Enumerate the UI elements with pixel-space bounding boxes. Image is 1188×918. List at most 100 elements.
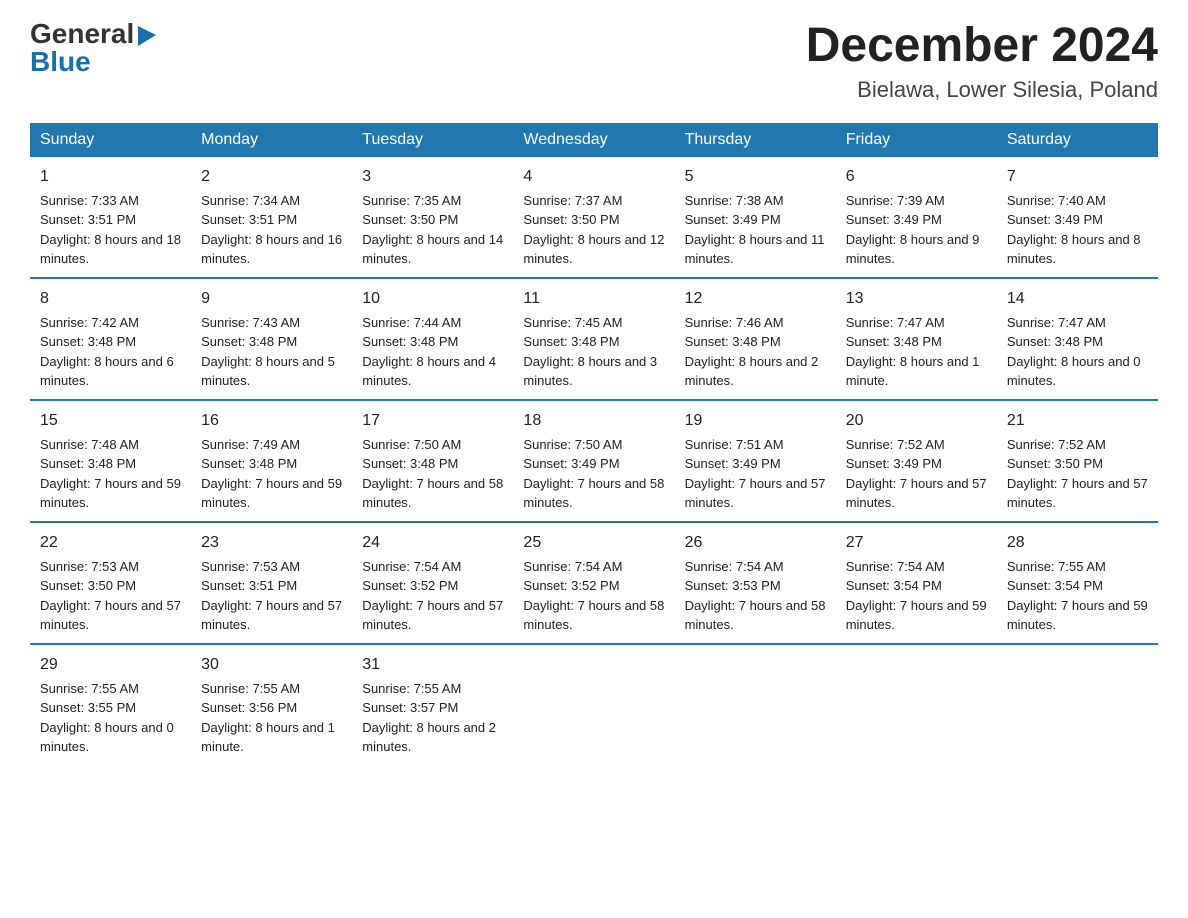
day-cell: 22Sunrise: 7:53 AMSunset: 3:50 PMDayligh…	[30, 522, 191, 644]
column-header-monday: Monday	[191, 123, 352, 157]
page-header: General Blue December 2024 Bielawa, Lowe…	[30, 20, 1158, 103]
day-cell: 21Sunrise: 7:52 AMSunset: 3:50 PMDayligh…	[997, 400, 1158, 522]
day-cell: 9 Sunrise: 7:43 AMSunset: 3:48 PMDaylight…	[191, 278, 352, 400]
day-cell: 13Sunrise: 7:47 AMSunset: 3:48 PMDayligh…	[836, 278, 997, 400]
day-number: 24	[362, 531, 503, 555]
title-section: December 2024 Bielawa, Lower Silesia, Po…	[806, 20, 1158, 103]
day-number: 9	[201, 287, 342, 311]
day-cell: 30 Sunrise: 7:55 AMSunset: 3:56 PMDayligh…	[191, 644, 352, 765]
day-info: Sunrise: 7:55 AMSunset: 3:55 PMDaylight:…	[40, 681, 174, 755]
day-info: Sunrise: 7:46 AMSunset: 3:48 PMDaylight:…	[685, 315, 819, 389]
day-number: 4	[523, 165, 664, 189]
day-info: Sunrise: 7:53 AMSunset: 3:51 PMDaylight:…	[201, 559, 342, 633]
day-cell: 26 Sunrise: 7:54 AMSunset: 3:53 PMDayligh…	[675, 522, 836, 644]
month-year-title: December 2024	[806, 20, 1158, 73]
day-info: Sunrise: 7:55 AMSunset: 3:56 PMDaylight:…	[201, 681, 335, 755]
day-cell	[997, 644, 1158, 765]
day-number: 2	[201, 165, 342, 189]
day-cell: 29Sunrise: 7:55 AMSunset: 3:55 PMDayligh…	[30, 644, 191, 765]
day-number: 12	[685, 287, 826, 311]
day-info: Sunrise: 7:51 AMSunset: 3:49 PMDaylight:…	[685, 437, 826, 511]
day-number: 30	[201, 653, 342, 677]
day-info: Sunrise: 7:55 AMSunset: 3:57 PMDaylight:…	[362, 681, 496, 755]
day-number: 18	[523, 409, 664, 433]
day-number: 5	[685, 165, 826, 189]
day-cell	[675, 644, 836, 765]
day-info: Sunrise: 7:47 AMSunset: 3:48 PMDaylight:…	[1007, 315, 1141, 389]
day-cell: 19 Sunrise: 7:51 AMSunset: 3:49 PMDayligh…	[675, 400, 836, 522]
day-number: 16	[201, 409, 342, 433]
day-info: Sunrise: 7:42 AMSunset: 3:48 PMDaylight:…	[40, 315, 174, 389]
day-number: 6	[846, 165, 987, 189]
calendar-table: SundayMondayTuesdayWednesdayThursdayFrid…	[30, 123, 1158, 765]
day-info: Sunrise: 7:54 AMSunset: 3:52 PMDaylight:…	[362, 559, 503, 633]
day-cell: 20Sunrise: 7:52 AMSunset: 3:49 PMDayligh…	[836, 400, 997, 522]
day-number: 19	[685, 409, 826, 433]
week-row-3: 15Sunrise: 7:48 AMSunset: 3:48 PMDayligh…	[30, 400, 1158, 522]
day-cell: 27 Sunrise: 7:54 AMSunset: 3:54 PMDayligh…	[836, 522, 997, 644]
week-row-4: 22Sunrise: 7:53 AMSunset: 3:50 PMDayligh…	[30, 522, 1158, 644]
day-number: 26	[685, 531, 826, 555]
day-cell: 24 Sunrise: 7:54 AMSunset: 3:52 PMDayligh…	[352, 522, 513, 644]
day-number: 14	[1007, 287, 1148, 311]
day-info: Sunrise: 7:52 AMSunset: 3:50 PMDaylight:…	[1007, 437, 1148, 511]
day-info: Sunrise: 7:40 AMSunset: 3:49 PMDaylight:…	[1007, 193, 1141, 267]
day-number: 10	[362, 287, 503, 311]
day-cell: 15Sunrise: 7:48 AMSunset: 3:48 PMDayligh…	[30, 400, 191, 522]
day-number: 23	[201, 531, 342, 555]
day-number: 31	[362, 653, 503, 677]
calendar-body: 1 Sunrise: 7:33 AMSunset: 3:51 PMDaylight…	[30, 157, 1158, 765]
column-header-friday: Friday	[836, 123, 997, 157]
day-cell: 11 Sunrise: 7:45 AMSunset: 3:48 PMDayligh…	[513, 278, 674, 400]
day-info: Sunrise: 7:54 AMSunset: 3:52 PMDaylight:…	[523, 559, 664, 633]
day-cell: 7 Sunrise: 7:40 AMSunset: 3:49 PMDaylight…	[997, 157, 1158, 278]
day-info: Sunrise: 7:33 AMSunset: 3:51 PMDaylight:…	[40, 193, 181, 267]
day-info: Sunrise: 7:38 AMSunset: 3:49 PMDaylight:…	[685, 193, 825, 267]
day-number: 17	[362, 409, 503, 433]
day-cell	[513, 644, 674, 765]
day-info: Sunrise: 7:54 AMSunset: 3:54 PMDaylight:…	[846, 559, 987, 633]
day-cell: 8 Sunrise: 7:42 AMSunset: 3:48 PMDaylight…	[30, 278, 191, 400]
day-info: Sunrise: 7:34 AMSunset: 3:51 PMDaylight:…	[201, 193, 342, 267]
location-subtitle: Bielawa, Lower Silesia, Poland	[806, 77, 1158, 103]
day-number: 8	[40, 287, 181, 311]
day-info: Sunrise: 7:53 AMSunset: 3:50 PMDaylight:…	[40, 559, 181, 633]
day-info: Sunrise: 7:54 AMSunset: 3:53 PMDaylight:…	[685, 559, 826, 633]
logo-arrow-icon	[136, 24, 158, 46]
day-info: Sunrise: 7:37 AMSunset: 3:50 PMDaylight:…	[523, 193, 664, 267]
day-cell: 23 Sunrise: 7:53 AMSunset: 3:51 PMDayligh…	[191, 522, 352, 644]
day-info: Sunrise: 7:44 AMSunset: 3:48 PMDaylight:…	[362, 315, 496, 389]
column-header-sunday: Sunday	[30, 123, 191, 157]
day-info: Sunrise: 7:43 AMSunset: 3:48 PMDaylight:…	[201, 315, 335, 389]
day-number: 20	[846, 409, 987, 433]
day-cell: 14 Sunrise: 7:47 AMSunset: 3:48 PMDayligh…	[997, 278, 1158, 400]
day-number: 3	[362, 165, 503, 189]
day-info: Sunrise: 7:50 AMSunset: 3:49 PMDaylight:…	[523, 437, 664, 511]
logo: General Blue	[30, 20, 158, 76]
day-cell: 3Sunrise: 7:35 AMSunset: 3:50 PMDaylight…	[352, 157, 513, 278]
calendar-header: SundayMondayTuesdayWednesdayThursdayFrid…	[30, 123, 1158, 157]
day-cell: 31 Sunrise: 7:55 AMSunset: 3:57 PMDayligh…	[352, 644, 513, 765]
day-cell: 5 Sunrise: 7:38 AMSunset: 3:49 PMDaylight…	[675, 157, 836, 278]
day-cell	[836, 644, 997, 765]
day-cell: 17Sunrise: 7:50 AMSunset: 3:48 PMDayligh…	[352, 400, 513, 522]
day-info: Sunrise: 7:48 AMSunset: 3:48 PMDaylight:…	[40, 437, 181, 511]
column-header-thursday: Thursday	[675, 123, 836, 157]
day-number: 27	[846, 531, 987, 555]
day-cell: 12 Sunrise: 7:46 AMSunset: 3:48 PMDayligh…	[675, 278, 836, 400]
week-row-5: 29Sunrise: 7:55 AMSunset: 3:55 PMDayligh…	[30, 644, 1158, 765]
day-info: Sunrise: 7:45 AMSunset: 3:48 PMDaylight:…	[523, 315, 657, 389]
week-row-2: 8 Sunrise: 7:42 AMSunset: 3:48 PMDaylight…	[30, 278, 1158, 400]
day-cell: 18 Sunrise: 7:50 AMSunset: 3:49 PMDayligh…	[513, 400, 674, 522]
column-header-wednesday: Wednesday	[513, 123, 674, 157]
day-cell: 2 Sunrise: 7:34 AMSunset: 3:51 PMDaylight…	[191, 157, 352, 278]
day-number: 7	[1007, 165, 1148, 189]
day-number: 11	[523, 287, 664, 311]
day-number: 1	[40, 165, 181, 189]
day-cell: 16Sunrise: 7:49 AMSunset: 3:48 PMDayligh…	[191, 400, 352, 522]
day-info: Sunrise: 7:39 AMSunset: 3:49 PMDaylight:…	[846, 193, 980, 267]
day-cell: 10 Sunrise: 7:44 AMSunset: 3:48 PMDayligh…	[352, 278, 513, 400]
day-cell: 28Sunrise: 7:55 AMSunset: 3:54 PMDayligh…	[997, 522, 1158, 644]
logo-blue-text: Blue	[30, 48, 91, 76]
week-row-1: 1 Sunrise: 7:33 AMSunset: 3:51 PMDaylight…	[30, 157, 1158, 278]
